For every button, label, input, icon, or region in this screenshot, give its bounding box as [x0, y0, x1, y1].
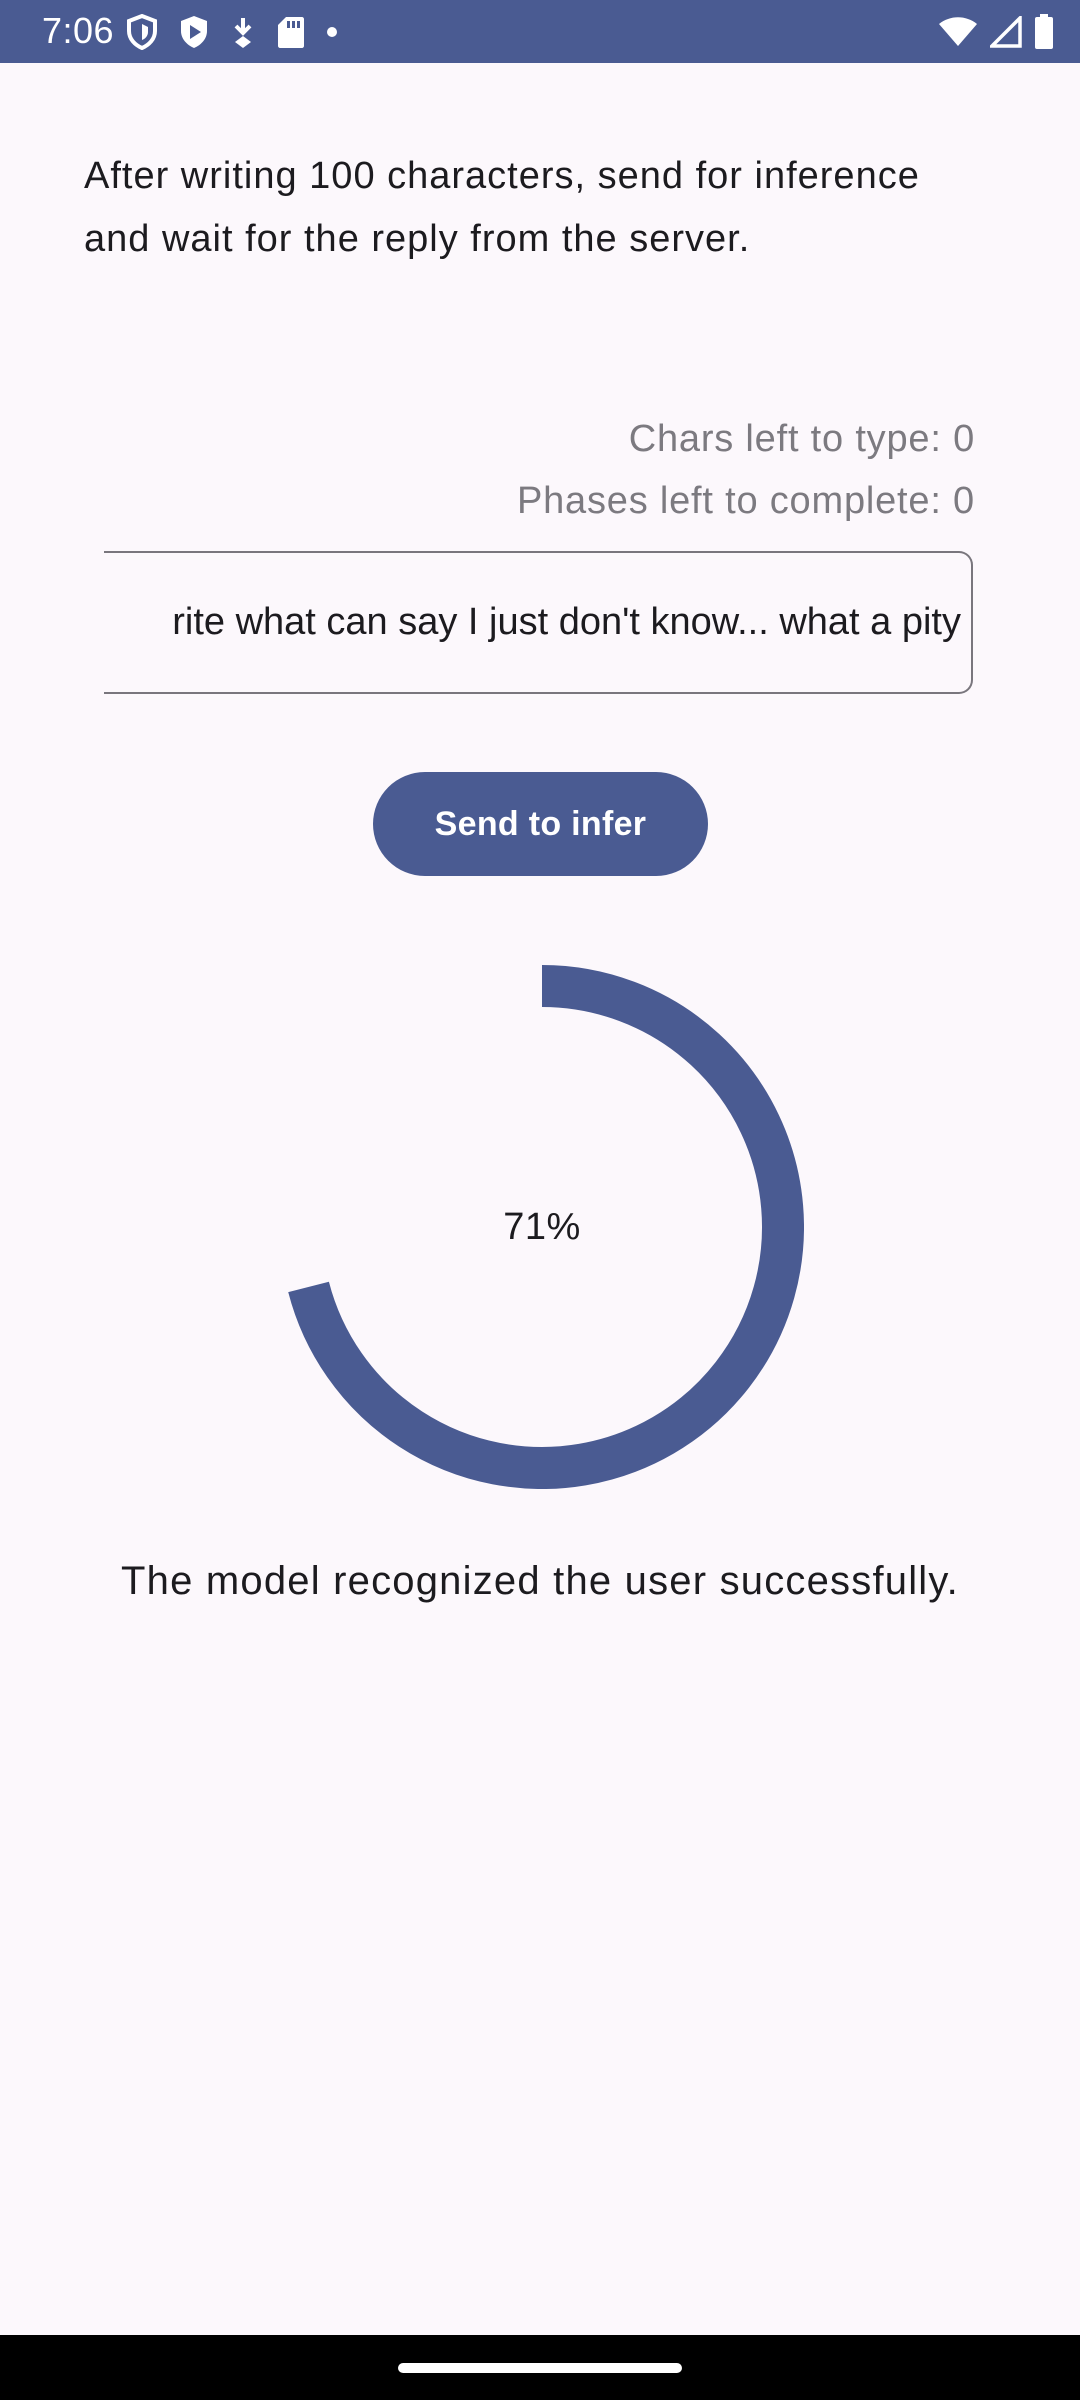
send-to-infer-button[interactable]: Send to infer — [373, 772, 708, 876]
chars-left-counter: Chars left to type: 0 — [628, 418, 975, 460]
status-time: 7:06 — [42, 10, 115, 51]
instructions-text: After writing 100 characters, send for i… — [84, 155, 920, 260]
download-icon — [230, 16, 256, 48]
play-protect-icon — [178, 14, 210, 50]
status-bar: 7:06 — [0, 0, 1080, 63]
typing-input-field[interactable]: rite what can say I just don't know... w… — [104, 551, 973, 694]
typing-input-value[interactable]: rite what can say I just don't know... w… — [172, 553, 961, 692]
signal-icon — [990, 16, 1022, 48]
navigation-bar — [0, 2335, 1080, 2400]
wifi-icon — [938, 16, 978, 48]
dot-icon — [326, 26, 338, 38]
battery-icon — [1034, 14, 1054, 50]
system-icons — [938, 12, 1054, 52]
shield-icon — [126, 14, 158, 50]
progress-indicator: 71% — [280, 965, 804, 1489]
notification-icons — [126, 12, 338, 52]
phases-left-counter: Phases left to complete: 0 — [516, 480, 975, 522]
progress-percent-label: 71% — [503, 1205, 581, 1248]
result-message: The model recognized the user successful… — [121, 1559, 959, 1603]
home-gesture-handle[interactable] — [398, 2363, 682, 2373]
sd-card-icon — [276, 15, 306, 49]
